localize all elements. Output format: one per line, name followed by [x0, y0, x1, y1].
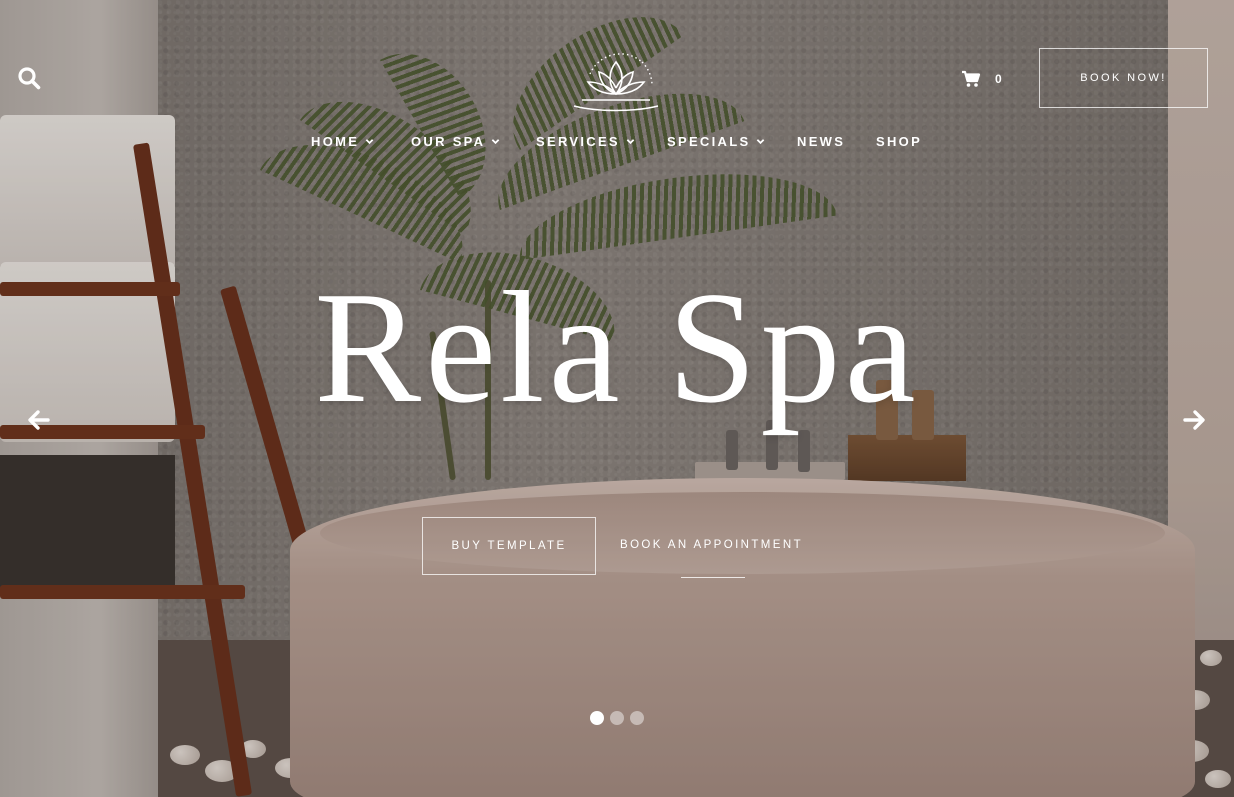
lotus-logo-icon — [573, 53, 659, 112]
arrow-left-icon — [28, 410, 50, 430]
chevron-down-icon — [757, 139, 765, 145]
cart-count: 0 — [995, 72, 1002, 86]
hero-title: Rela Spa — [314, 258, 920, 436]
slider-prev-button[interactable] — [26, 407, 52, 433]
slider-dot[interactable] — [630, 711, 644, 725]
link-underline — [681, 577, 745, 578]
nav-item-news[interactable]: NEWS — [797, 134, 845, 149]
main-nav: HOME OUR SPA SERVICES SPECIALS NEWS SHOP — [0, 134, 1234, 156]
nav-item-label: OUR SPA — [411, 134, 486, 149]
slider-next-button[interactable] — [1181, 407, 1207, 433]
search-button[interactable] — [17, 66, 41, 90]
buy-template-button[interactable]: BUY TEMPLATE — [422, 517, 596, 575]
nav-item-label: NEWS — [797, 134, 846, 149]
chevron-down-icon — [626, 139, 635, 145]
book-now-button[interactable]: BOOK NOW! — [1039, 48, 1208, 108]
nav-item-label: SPECIALS — [667, 134, 751, 149]
cart-icon — [962, 70, 981, 87]
nav-item-services[interactable]: SERVICES — [536, 134, 635, 149]
search-icon — [18, 67, 41, 90]
nav-item-our-spa[interactable]: OUR SPA — [411, 134, 500, 149]
nav-item-label: SHOP — [876, 134, 923, 149]
nav-item-label: HOME — [311, 134, 360, 149]
site-logo[interactable] — [568, 44, 664, 114]
chevron-down-icon — [492, 139, 500, 145]
chevron-down-icon — [365, 139, 374, 145]
slider-pagination — [590, 711, 644, 725]
nav-item-shop[interactable]: SHOP — [876, 134, 922, 149]
nav-item-label: SERVICES — [536, 134, 620, 149]
hero-section: HOME OUR SPA SERVICES SPECIALS NEWS SHOP — [0, 0, 1234, 797]
slider-dot[interactable] — [610, 711, 624, 725]
slider-dot[interactable] — [590, 711, 604, 725]
nav-item-home[interactable]: HOME — [311, 134, 374, 149]
nav-item-specials[interactable]: SPECIALS — [667, 134, 765, 149]
cart-button[interactable]: 0 — [961, 70, 1002, 88]
book-appointment-link[interactable]: BOOK AN APPOINTMENT — [620, 539, 803, 551]
arrow-right-icon — [1183, 410, 1205, 430]
